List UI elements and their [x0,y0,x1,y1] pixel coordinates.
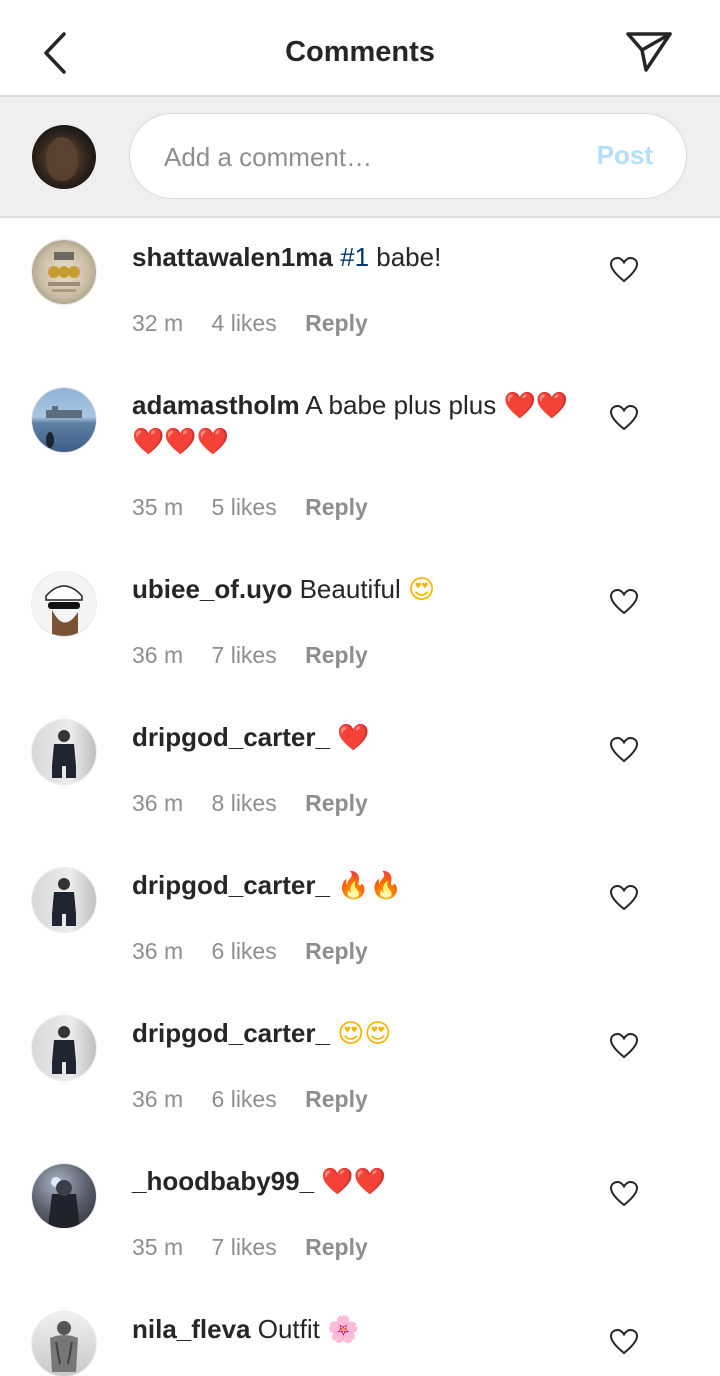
comment-username[interactable]: dripgod_carter_ [132,1018,330,1048]
comment-body: shattawalen1ma #1 babe! [132,240,572,275]
comment-time: 36 m [132,1086,184,1112]
comment-body: dripgod_carter_ ❤️ [132,720,572,756]
comment-likes[interactable]: 7 likes [212,642,277,668]
like-button[interactable] [609,1180,639,1207]
comment-likes[interactable]: 5 likes [212,494,277,520]
comment-body: adamastholm A babe plus plus ❤️❤️❤️❤️❤️ [132,388,572,460]
avatar[interactable] [32,388,96,452]
comment-input[interactable] [162,136,566,178]
comment-username[interactable]: shattawalen1ma [132,242,333,272]
comment-body: _hoodbaby99_ ❤️❤️ [132,1164,572,1200]
comment-username[interactable]: dripgod_carter_ [132,870,330,900]
comment-emoji: 🔥🔥 [337,871,402,901]
page-title: Comments [285,36,435,68]
avatar-image [50,1321,78,1372]
avatar[interactable] [32,1312,96,1376]
avatar[interactable] [32,868,96,932]
current-user-avatar [32,125,96,189]
comment-body: ubiee_of.uyo Beautiful 😍 [132,572,572,608]
comment-username[interactable]: nila_fleva [132,1314,251,1344]
avatar-image [48,252,80,292]
like-button[interactable] [609,1328,639,1355]
comment-likes[interactable]: 7 likes [212,1234,277,1260]
heart-icon [609,1328,639,1355]
avatar-image [52,730,76,778]
reply-button[interactable]: Reply [305,1086,368,1112]
comment-emoji: 😍 [408,575,436,605]
like-button[interactable] [609,736,639,763]
comment-username[interactable]: ubiee_of.uyo [132,574,292,604]
comment-meta: 35 m 5 likes Reply [132,494,390,521]
heart-icon [609,256,639,283]
comment-emoji: ❤️❤️ [321,1167,387,1197]
comment-text: A babe plus plus [305,390,497,420]
avatar-image [46,406,82,448]
comment-text: babe! [376,242,442,272]
comment-username[interactable]: dripgod_carter_ [132,722,330,752]
avatar-image [45,585,83,636]
comment-time: 36 m [132,790,184,816]
avatar-image [52,878,76,926]
comment-username[interactable]: _hoodbaby99_ [132,1166,314,1196]
heart-icon [609,736,639,763]
post-button[interactable]: Post [597,140,653,171]
comment-text: Beautiful [299,574,401,604]
like-button[interactable] [609,256,639,283]
reply-button[interactable]: Reply [305,310,368,336]
comment-body: dripgod_carter_ 🔥🔥 [132,868,572,904]
comment-text: Outfit [257,1314,320,1344]
comment-likes[interactable]: 8 likes [212,790,277,816]
comment-emoji: 😍😍 [337,1019,392,1049]
like-button[interactable] [609,884,639,911]
like-button[interactable] [609,588,639,615]
avatar[interactable] [32,720,96,784]
like-button[interactable] [609,404,639,431]
paper-plane-icon [626,32,672,72]
comment-body: dripgod_carter_ 😍😍 [132,1016,572,1052]
heart-icon [609,1032,639,1059]
heart-icon [609,1180,639,1207]
hashtag-link[interactable]: #1 [340,242,369,272]
heart-icon [609,404,639,431]
comment-body: nila_fleva Outfit 🌸 [132,1312,572,1348]
reply-button[interactable]: Reply [305,938,368,964]
avatar[interactable] [32,1016,96,1080]
comment-meta: 36 m 8 likes Reply [132,790,390,817]
avatar[interactable] [32,1164,96,1228]
comment-meta: 32 m 4 likes Reply [132,310,390,337]
comment-input-container: Post [129,113,687,199]
comment-emoji: ❤️ [337,723,370,753]
heart-icon [609,884,639,911]
like-button[interactable] [609,1032,639,1059]
comment-composer: Post [0,97,720,218]
comment-meta: 35 m 7 likes Reply [132,1234,390,1261]
comment-likes[interactable]: 6 likes [212,938,277,964]
reply-button[interactable]: Reply [305,642,368,668]
reply-button[interactable]: Reply [305,790,368,816]
comment-likes[interactable]: 4 likes [212,310,277,336]
comment-meta: 36 m 6 likes Reply [132,938,390,965]
reply-button[interactable]: Reply [305,494,368,520]
top-bar: Comments [0,0,720,97]
reply-button[interactable]: Reply [305,1234,368,1260]
avatar-image [48,1177,80,1228]
heart-icon [609,588,639,615]
avatar-image [52,1026,76,1074]
comment-time: 35 m [132,494,184,520]
comment-time: 32 m [132,310,184,336]
comment-meta: 36 m 6 likes Reply [132,1086,390,1113]
comment-meta: 36 m 7 likes Reply [132,642,390,669]
comment-time: 35 m [132,1234,184,1260]
comment-time: 36 m [132,938,184,964]
comment-time: 36 m [132,642,184,668]
comment-username[interactable]: adamastholm [132,390,300,420]
comment-emoji: 🌸 [327,1315,360,1345]
comment-likes[interactable]: 6 likes [212,1086,277,1112]
avatar[interactable] [32,240,96,304]
avatar[interactable] [32,572,96,636]
share-button[interactable] [624,28,674,76]
